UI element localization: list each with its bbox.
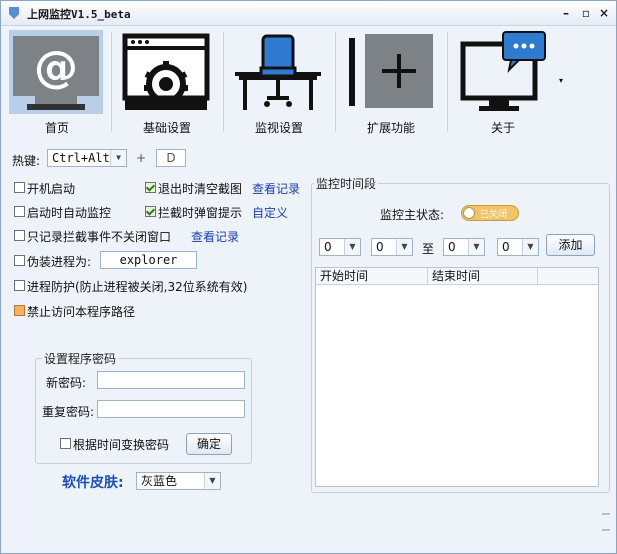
tool-home[interactable]: @ 首页 [5,30,109,135]
hotkey-modifier-select[interactable]: Ctrl+Alt ▼ [47,149,127,167]
toolbar-divider [223,32,224,132]
resize-grip[interactable] [602,513,610,515]
skin-label: 软件皮肤: [62,475,124,491]
clear-screenshots-checkbox[interactable] [145,182,156,193]
autostart-label: 开机启动 [27,182,76,196]
tool-basic-settings[interactable]: 基础设置 [115,30,219,135]
tool-monitor-settings-label: 监视设置 [254,121,303,135]
column-filler [538,268,598,285]
add-period-button[interactable]: 添加 [546,234,595,256]
tool-about-label: 关于 [490,121,515,135]
app-shield-icon [9,7,19,19]
hotkey-label: 热键: [12,154,41,168]
tool-extensions-label: 扩展功能 [366,121,415,135]
new-password-field[interactable] [97,371,245,389]
chevron-down-icon: ▼ [344,239,360,255]
tool-home-label: 首页 [44,121,69,135]
svg-text:@: @ [34,42,78,93]
period-table[interactable]: 开始时间 结束时间 [315,267,599,487]
skin-select[interactable]: 灰蓝色 ▼ [136,472,221,490]
clear-screenshots-label: 退出时清空截图 [158,182,243,196]
toolbar-divider [111,32,112,132]
hotkey-key-input[interactable]: D [156,149,186,167]
start-minute-select[interactable]: 0 ▼ [371,238,413,256]
autostart-checkbox[interactable] [14,182,25,193]
time-change-checkbox[interactable] [60,438,71,449]
main-window: 上网监控V1.5_beta – ▫ × @ 首页 基础设置 监视设置 扩展功能 … [0,0,617,554]
toggle-knob [463,207,475,219]
monitor-status-toggle[interactable]: 已关闭 [461,205,519,221]
column-end-time[interactable]: 结束时间 [428,268,538,285]
gear-window-icon [119,30,213,114]
start-minute-value: 0 [376,240,384,254]
tool-extensions[interactable]: 扩展功能 [339,30,443,135]
hotkey-plus: + [136,151,147,165]
repeat-password-label: 重复密码: [42,405,95,419]
password-group-title: 设置程序密码 [42,350,119,367]
fake-process-input[interactable]: explorer [100,251,197,269]
process-protect-checkbox[interactable] [14,280,25,291]
block-path-label: 禁止访问本程序路径 [27,305,136,319]
column-start-time[interactable]: 开始时间 [316,268,428,285]
tool-about[interactable]: 关于 [451,30,555,135]
resize-grip[interactable] [602,529,610,531]
confirm-button[interactable]: 确定 [186,433,232,455]
maximize-button[interactable]: ▫ [577,4,595,22]
toolbar-overflow-icon[interactable]: ▾ [559,76,563,85]
end-minute-select[interactable]: 0 ▼ [497,238,539,256]
hotkey-modifier-value: Ctrl+Alt [52,151,110,165]
time-change-label: 根据时间变换密码 [73,438,170,452]
skin-value: 灰蓝色 [141,474,178,488]
monitor-period-group: 监控时间段 监控主状态: 已关闭 0 ▼ 0 ▼ 至 0 ▼ 0 ▼ 添加 开始… [311,175,610,493]
customize-link[interactable]: 自定义 [252,204,288,221]
chevron-down-icon: ▼ [204,473,220,489]
autostart-monitor-checkbox[interactable] [14,206,25,217]
block-path-checkbox[interactable] [14,305,25,316]
at-monitor-icon: @ [9,30,103,114]
end-minute-value: 0 [502,240,510,254]
tool-basic-settings-label: 基础设置 [142,121,191,135]
start-hour-value: 0 [324,240,332,254]
block-popup-checkbox[interactable] [145,206,156,217]
end-hour-value: 0 [448,240,456,254]
toolbar-divider [447,32,448,132]
chevron-down-icon: ▼ [522,239,538,255]
plus-box-icon [343,30,437,114]
fake-process-label: 伪装进程为: [27,255,92,269]
block-popup-label: 拦截时弹窗提示 [158,206,243,220]
toolbar: @ 首页 基础设置 监视设置 扩展功能 关于 ▾ [1,26,616,138]
record-only-checkbox[interactable] [14,230,25,241]
start-hour-select[interactable]: 0 ▼ [319,238,361,256]
monitor-period-title: 监控时间段 [314,175,379,192]
monitor-status-value: 已关闭 [480,210,508,220]
repeat-password-field[interactable] [97,400,245,418]
close-button[interactable]: × [595,4,613,22]
tool-monitor-settings[interactable]: 监视设置 [227,30,331,135]
process-protect-label: 进程防护(防止进程被关闭,32位系统有效) [27,280,248,294]
monitor-chat-icon [455,30,549,114]
minimize-button[interactable]: – [557,4,575,22]
view-records-link[interactable]: 查看记录 [252,180,300,197]
chevron-down-icon: ▼ [468,239,484,255]
monitor-status-label: 监控主状态: [380,208,445,222]
title-bar[interactable]: 上网监控V1.5_beta – ▫ × [1,1,616,26]
chevron-down-icon: ▼ [110,150,126,166]
range-to-label: 至 [422,242,435,256]
autostart-monitor-label: 启动时自动监控 [27,206,112,220]
view-records-link-2[interactable]: 查看记录 [191,228,239,245]
new-password-label: 新密码: [46,376,87,390]
record-only-label: 只记录拦截事件不关闭窗口 [27,230,172,244]
window-title: 上网监控V1.5_beta [27,8,131,21]
password-group: 设置程序密码 新密码: 重复密码: 根据时间变换密码 确定 [35,350,252,464]
fake-process-checkbox[interactable] [14,255,25,266]
end-hour-select[interactable]: 0 ▼ [443,238,485,256]
chevron-down-icon: ▼ [396,239,412,255]
office-chair-icon [231,30,325,114]
toolbar-divider [335,32,336,132]
